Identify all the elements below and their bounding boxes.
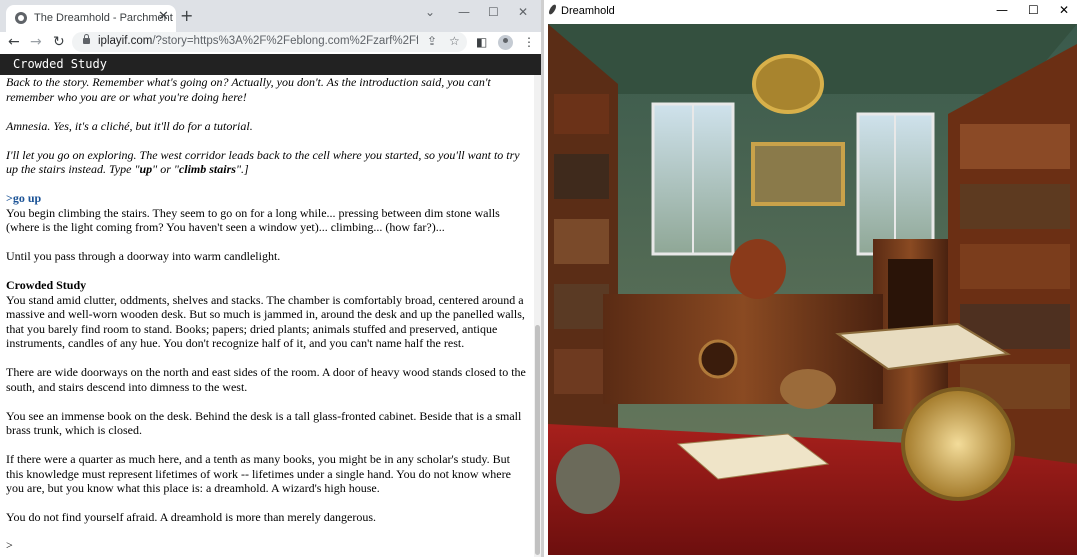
clay-pot	[556, 444, 620, 514]
address-bar[interactable]: iplayif.com/?story=https%3A%2F%2Feblong.…	[72, 32, 467, 52]
intro-paragraph-2: Amnesia. Yes, it's a cliché, but it'll d…	[6, 118, 253, 133]
intro-text: " or "	[152, 162, 179, 176]
star-icon[interactable]: ☆	[449, 34, 460, 48]
command-climb-stairs: climb stairs	[178, 162, 236, 176]
status-room-title: Crowded Study	[13, 57, 107, 71]
maximize-icon[interactable]: ☐	[488, 5, 499, 19]
story-transcript: Back to the story. Remember what's going…	[0, 75, 534, 557]
reload-icon[interactable]: ↻	[53, 34, 65, 50]
url-text: iplayif.com/?story=https%3A%2F%2Feblong.…	[98, 35, 418, 47]
browser-window: The Dreamhold - Parchment ✕ + ⌄ — ☐ ✕ ← …	[0, 0, 541, 557]
url-host: iplayif.com	[98, 35, 153, 47]
player-command: >go up	[6, 191, 42, 205]
tab-strip: The Dreamhold - Parchment ✕ + ⌄ — ☐ ✕	[0, 0, 541, 32]
share-icon[interactable]: ⇪	[427, 34, 437, 48]
story-status-bar: Crowded Study	[0, 54, 541, 75]
brass-clock	[901, 387, 1015, 501]
globe-icon	[15, 12, 27, 24]
left-bookshelf	[548, 24, 618, 494]
maximize-icon[interactable]: ☐	[1028, 3, 1039, 17]
intro-paragraph-3: I'll let you go on exploring. The west c…	[6, 148, 528, 177]
back-icon[interactable]: ←	[8, 34, 20, 50]
afraid-paragraph: You do not find yourself afraid. A dream…	[6, 510, 377, 524]
profile-avatar[interactable]	[498, 35, 513, 50]
objects-paragraph: You see an immense book on the desk. Beh…	[6, 408, 522, 438]
lock-icon[interactable]	[83, 34, 90, 44]
intro-text: ".]	[235, 162, 249, 176]
sidebar-icon[interactable]: ◧	[476, 35, 487, 49]
forward-icon[interactable]: →	[30, 34, 42, 50]
url-path: /?story=https%3A%2F%2Feblong.com%2Fzarf%…	[152, 35, 418, 47]
framed-painting	[751, 142, 845, 206]
close-icon[interactable]: ✕	[1059, 3, 1069, 17]
chevron-down-icon[interactable]: ⌄	[425, 5, 435, 19]
desk	[603, 294, 883, 404]
image-window: Dreamhold — ☐ ✕	[544, 0, 1080, 557]
scholar-paragraph: If there were a quarter as much here, an…	[6, 452, 511, 495]
exits-paragraph: There are wide doorways on the north and…	[6, 365, 526, 394]
room-heading: Crowded Study	[6, 278, 87, 292]
room-description: You stand amid clutter, oddments, shelve…	[6, 292, 525, 351]
menu-icon[interactable]: ⋮	[523, 35, 535, 49]
study-illustration	[548, 24, 1077, 555]
scrollbar[interactable]	[534, 75, 541, 557]
pass-paragraph: Until you pass through a doorway into wa…	[6, 249, 281, 263]
vase	[730, 239, 786, 299]
minimize-icon[interactable]: —	[996, 3, 1008, 17]
new-tab-button[interactable]: +	[180, 6, 193, 25]
command-up: up	[139, 162, 153, 176]
scrollbar-thumb[interactable]	[535, 325, 540, 555]
browser-tab[interactable]: The Dreamhold - Parchment ✕	[6, 5, 176, 32]
tab-title: The Dreamhold - Parchment	[34, 12, 173, 24]
close-icon[interactable]: ✕	[518, 5, 528, 19]
intro-paragraph-1: Back to the story. Remember what's going…	[6, 75, 491, 104]
command-input[interactable]: >	[6, 538, 13, 553]
stuffed-animal	[780, 369, 836, 409]
intro-text: I'll let you go on exploring. The west c…	[6, 147, 520, 177]
minimize-icon[interactable]: —	[458, 5, 470, 19]
browser-toolbar: ← → ↻ iplayif.com/?story=https%3A%2F%2Fe…	[0, 32, 541, 54]
feather-icon	[547, 3, 558, 16]
tab-close-icon[interactable]: ✕	[158, 9, 169, 24]
ornate-mirror	[752, 54, 824, 114]
climb-paragraph: You begin climbing the stairs. They seem…	[6, 205, 500, 235]
image-window-title: Dreamhold	[561, 5, 615, 17]
